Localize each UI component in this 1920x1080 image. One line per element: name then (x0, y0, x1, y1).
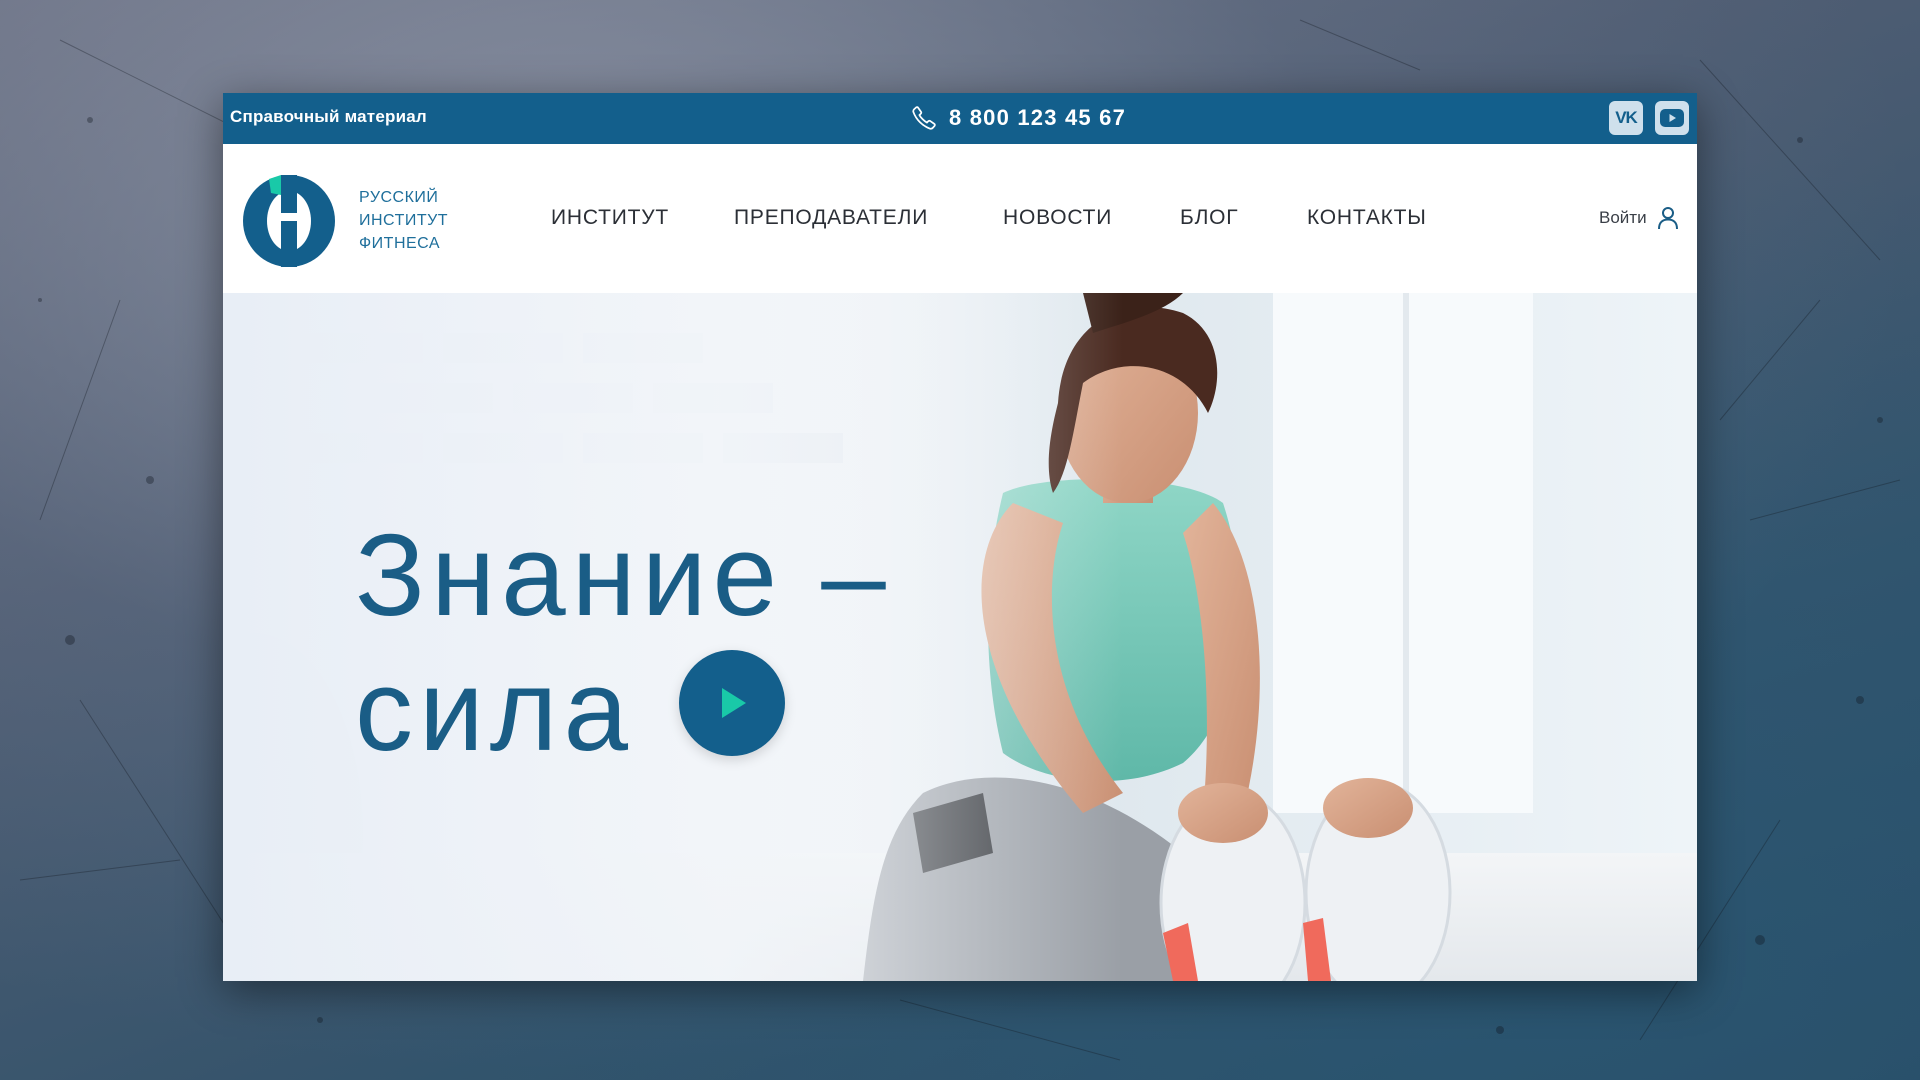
hero-title-line-2: сила (355, 645, 634, 775)
youtube-button[interactable] (1655, 101, 1689, 135)
nav-item-teachers[interactable]: ПРЕПОДАВАТЕЛИ (734, 206, 928, 230)
user-icon (1657, 207, 1678, 230)
youtube-icon (1660, 109, 1684, 127)
login-button[interactable]: Войти (1599, 206, 1679, 230)
login-label: Войти (1599, 208, 1647, 227)
nav-item-contacts[interactable]: КОНТАКТЫ (1307, 206, 1427, 230)
nav-item-news[interactable]: НОВОСТИ (1003, 206, 1112, 230)
play-video-button[interactable] (679, 650, 785, 756)
phone-icon (912, 106, 936, 130)
logo-line-2: ИНСТИТУТ (359, 212, 449, 229)
phone-number: 8 800 123 45 67 (949, 105, 1127, 130)
logo-line-1: РУССКИЙ (359, 189, 439, 206)
reference-material-link[interactable]: Справочный материал (230, 107, 427, 127)
site-header: РУССКИЙ ИНСТИТУТ ФИТНЕСА ИНСТИТУТ ПРЕПОД… (223, 144, 1697, 293)
website-screenshot: Справочный материал 8 800 123 45 67 VK Р… (223, 93, 1697, 981)
logo-icon (243, 175, 335, 267)
hero-banner: Знание – сила (223, 293, 1697, 981)
nav-item-institute[interactable]: ИНСТИТУТ (551, 206, 669, 230)
logo-text: РУССКИЙ ИНСТИТУТ ФИТНЕСА (359, 186, 448, 255)
logo-line-3: ФИТНЕСА (359, 235, 441, 252)
play-icon (722, 688, 746, 718)
top-bar: Справочный материал 8 800 123 45 67 VK (223, 93, 1697, 144)
nav-item-blog[interactable]: БЛОГ (1180, 206, 1238, 230)
hero-title-line-1: Знание – (355, 510, 892, 640)
hero-title: Знание – сила (355, 508, 892, 778)
vk-button[interactable]: VK (1609, 101, 1643, 135)
phone-contact[interactable]: 8 800 123 45 67 (911, 101, 1126, 135)
vk-icon: VK (1615, 108, 1638, 127)
